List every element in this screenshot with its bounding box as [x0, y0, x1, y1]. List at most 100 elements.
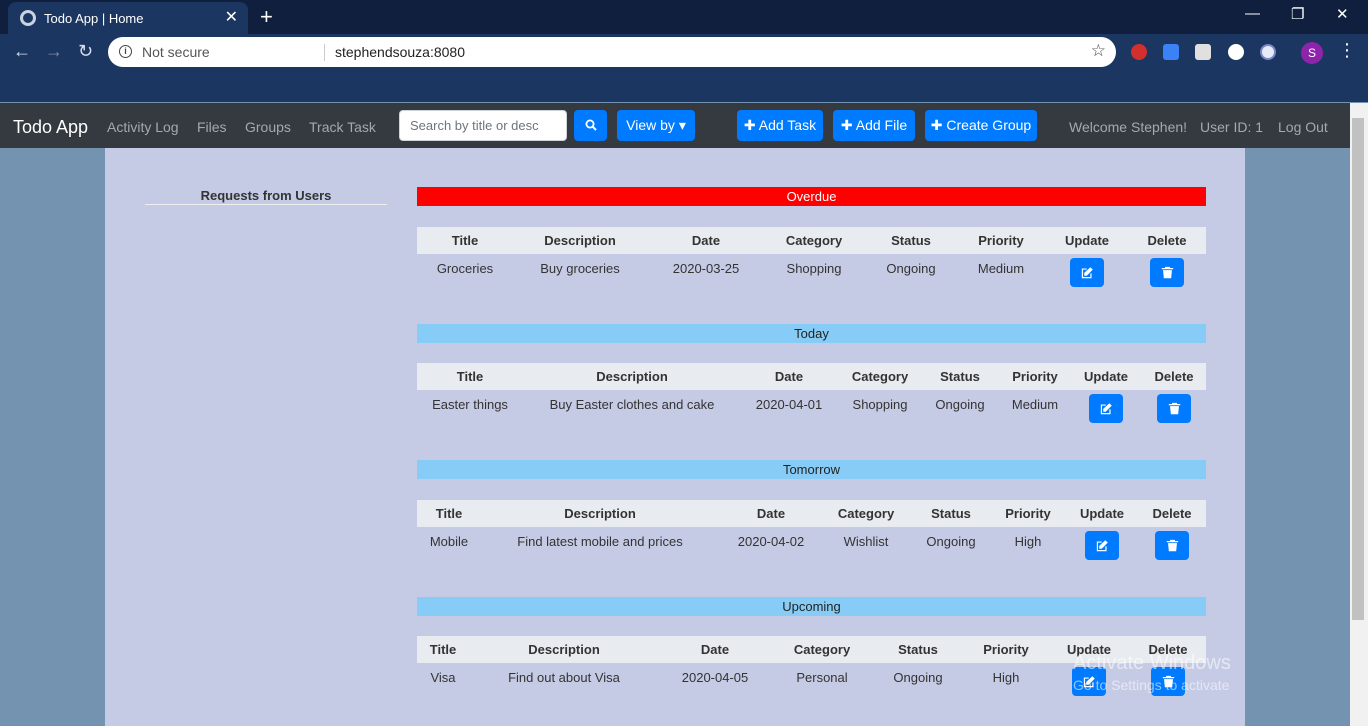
close-tab-icon[interactable]: ✕ — [225, 7, 238, 27]
column-header-priority: Priority — [983, 642, 1029, 657]
add-task-label: Add Task — [758, 117, 817, 133]
column-header-title: Title — [435, 506, 463, 521]
cell-description: Find out about Visa — [508, 670, 620, 685]
add-file-button[interactable]: ✚ Add File — [833, 110, 915, 141]
add-task-button[interactable]: ✚ Add Task — [737, 110, 823, 141]
search-icon — [585, 119, 597, 131]
column-header-priority: Priority — [978, 233, 1024, 248]
column-header-date: Date — [691, 233, 721, 248]
reload-icon[interactable]: ↻ — [78, 41, 93, 62]
column-header-category: Category — [793, 642, 851, 657]
globe-icon — [20, 10, 36, 26]
main-content: Requests from Users Overdue Title Descript… — [105, 148, 1245, 726]
extension-blue-icon[interactable] — [1163, 44, 1179, 60]
extension-circle-icon[interactable] — [1228, 44, 1244, 60]
update-button[interactable] — [1070, 258, 1104, 287]
table-row: Groceries Buy groceries 2020-03-25 Shopping… — [417, 254, 1206, 294]
column-header-update: Update — [1079, 506, 1125, 521]
trash-icon — [1161, 266, 1173, 279]
cell-description: Buy groceries — [540, 261, 620, 276]
cell-priority: High — [1014, 534, 1042, 549]
extension-block-icon[interactable] — [1260, 44, 1276, 60]
create-group-button[interactable]: ✚ Create Group — [925, 110, 1037, 141]
edit-icon — [1096, 540, 1108, 552]
cell-status: Ongoing — [926, 534, 976, 549]
section-banner-today: Today — [417, 324, 1206, 343]
section-banner-overdue: Overdue — [417, 187, 1206, 206]
section-today: Today Title Description Date Category Status P… — [417, 324, 1206, 423]
os-activation-watermark: Activate Windows — [1073, 652, 1231, 674]
brand[interactable]: Todo App — [13, 117, 88, 138]
table-header: Title Description Date Category Status Priori… — [417, 363, 1206, 390]
cell-status: Ongoing — [893, 670, 943, 685]
browser-menu-icon[interactable]: ⋮ — [1338, 40, 1356, 61]
column-header-delete: Delete — [1147, 233, 1187, 248]
column-header-category: Category — [851, 369, 909, 384]
tab-title: Todo App | Home — [44, 11, 144, 26]
nav-activity-log[interactable]: Activity Log — [107, 119, 179, 135]
restore-icon[interactable]: ❐ — [1291, 5, 1304, 23]
delete-button[interactable] — [1155, 531, 1189, 560]
nav-files[interactable]: Files — [197, 119, 227, 135]
delete-button[interactable] — [1157, 394, 1191, 423]
column-header-date: Date — [700, 642, 730, 657]
cell-title: Mobile — [429, 534, 469, 549]
scrollbar-thumb[interactable] — [1352, 118, 1364, 620]
extension-photo-icon[interactable] — [1195, 44, 1211, 60]
minimize-icon[interactable]: — — [1245, 5, 1260, 22]
cell-priority: High — [992, 670, 1020, 685]
search-input[interactable] — [399, 110, 567, 141]
view-by-dropdown[interactable]: View by ▾ — [617, 110, 695, 141]
section-banner-tomorrow: Tomorrow — [417, 460, 1206, 479]
os-activation-hint: Go to Settings to activate — [1073, 677, 1230, 693]
delete-button[interactable] — [1150, 258, 1184, 287]
column-header-delete: Delete — [1154, 369, 1194, 384]
plus-icon: ✚ — [743, 117, 756, 133]
column-header-title: Title — [429, 642, 457, 657]
column-header-status: Status — [898, 642, 938, 657]
back-icon[interactable]: ← — [13, 41, 31, 62]
column-header-status: Status — [931, 506, 971, 521]
cell-status: Ongoing — [935, 397, 985, 412]
cell-title: Easter things — [432, 397, 508, 412]
info-icon[interactable]: i — [119, 45, 132, 58]
url-text[interactable]: stephendsouza:8080 — [335, 44, 465, 60]
extension-shield-icon[interactable] — [1131, 44, 1147, 60]
nav-track-task[interactable]: Track Task — [309, 119, 376, 135]
cell-description: Find latest mobile and prices — [517, 534, 683, 549]
section-upcoming: Upcoming Title Description Date Category Stat… — [417, 597, 1206, 696]
create-group-label: Create Group — [946, 117, 1032, 133]
cell-category: Wishlist — [843, 534, 889, 549]
column-header-update: Update — [1064, 233, 1110, 248]
cell-date: 2020-03-25 — [672, 261, 740, 276]
welcome-text: Welcome Stephen! — [1069, 119, 1188, 135]
cell-priority: Medium — [1011, 397, 1059, 412]
column-header-category: Category — [785, 233, 843, 248]
forward-icon[interactable]: → — [45, 41, 63, 62]
new-tab-icon[interactable]: + — [260, 4, 273, 30]
address-bar[interactable]: i Not secure stephendsouza:8080 ☆ — [108, 37, 1116, 67]
column-header-description: Description — [564, 506, 636, 521]
security-label: Not secure — [142, 44, 210, 60]
bookmark-star-icon[interactable]: ☆ — [1091, 41, 1106, 61]
window-close-icon[interactable]: ✕ — [1336, 5, 1349, 23]
view-by-label: View by — [626, 117, 675, 133]
search-button[interactable] — [574, 110, 607, 141]
table-header: Title Description Date Category Status Priori… — [417, 500, 1206, 527]
column-header-delete: Delete — [1152, 506, 1192, 521]
logout-link[interactable]: Log Out — [1278, 119, 1328, 135]
column-header-status: Status — [891, 233, 931, 248]
nav-groups[interactable]: Groups — [245, 119, 291, 135]
task-table-overdue: Title Description Date Category Status Priori… — [417, 227, 1206, 294]
update-button[interactable] — [1085, 531, 1119, 560]
update-button[interactable] — [1089, 394, 1123, 423]
plus-icon: ✚ — [930, 117, 943, 133]
cell-title: Groceries — [436, 261, 494, 276]
profile-avatar[interactable]: S — [1301, 42, 1323, 64]
browser-tab[interactable]: Todo App | Home ✕ — [8, 2, 248, 34]
trash-icon — [1166, 539, 1178, 552]
column-header-description: Description — [544, 233, 616, 248]
browser-toolbar: ← → ↻ i Not secure stephendsouza:8080 ☆ … — [0, 34, 1368, 102]
edit-icon — [1081, 267, 1093, 279]
cell-category: Shopping — [852, 397, 908, 412]
